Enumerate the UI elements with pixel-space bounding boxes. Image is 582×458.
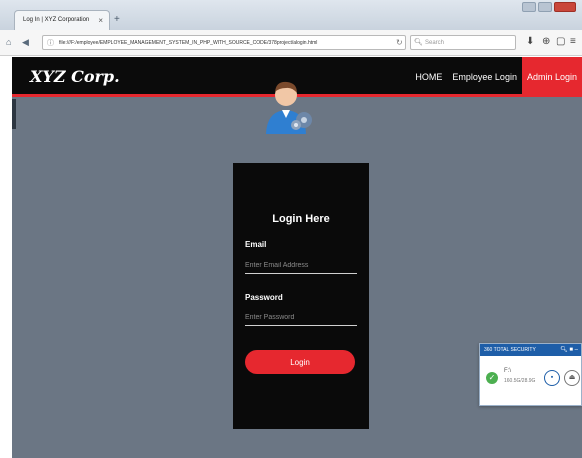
url-text: file:///F:/employee/EMPLOYEE_MANAGEMENT_…: [59, 40, 318, 46]
tab-close-icon[interactable]: ×: [98, 16, 103, 25]
menu-employee-login[interactable]: Employee Login: [447, 57, 522, 97]
search-placeholder: Search: [425, 40, 445, 46]
new-tab-button[interactable]: +: [114, 14, 120, 25]
email-field[interactable]: [245, 258, 357, 274]
back-icon[interactable]: ◀: [22, 37, 29, 48]
info-icon[interactable]: ⓘ: [47, 38, 54, 48]
password-label: Password: [245, 293, 283, 302]
tab-title: Log In | XYZ Corporation: [23, 17, 90, 23]
browser-titlebar: Log In | XYZ Corporation × +: [0, 0, 582, 30]
login-title: Login Here: [272, 213, 330, 225]
drive-size: 160.5G/28.9G: [504, 378, 536, 384]
library-icon[interactable]: ▢: [556, 36, 565, 47]
search-input[interactable]: 🔍︎ Search: [410, 35, 516, 50]
menu-admin-login[interactable]: Admin Login: [521, 57, 582, 97]
window-controls: [522, 2, 576, 12]
brand-logo[interactable]: XYZ Corp.: [30, 67, 120, 86]
minimize-button[interactable]: [522, 2, 536, 12]
close-window-button[interactable]: [554, 2, 576, 12]
security-popup-header: 360 TOTAL SECURITY 🔍︎ ■ –: [480, 344, 581, 356]
open-folder-icon[interactable]: ▪: [544, 370, 560, 386]
password-field[interactable]: [245, 310, 357, 326]
reload-icon[interactable]: ↻: [396, 38, 403, 47]
admin-avatar-icon: [266, 81, 312, 134]
security-popup-title: 360 TOTAL SECURITY: [484, 347, 536, 353]
menu-home[interactable]: HOME: [410, 57, 447, 97]
extension-icon[interactable]: ⊕: [542, 36, 550, 47]
browser-navbar: ⌂ ◀ ⓘ file:///F:/employee/EMPLOYEE_MANAG…: [0, 30, 582, 56]
drive-label: F:\: [504, 368, 511, 374]
menu-icon[interactable]: ≡: [570, 36, 576, 47]
search-icon: 🔍︎: [414, 39, 423, 46]
browser-tab[interactable]: Log In | XYZ Corporation ×: [14, 10, 110, 30]
login-button[interactable]: Login: [245, 350, 355, 374]
main-menu: HOME Employee Login Admin Login: [410, 57, 582, 97]
url-bar[interactable]: ⓘ file:///F:/employee/EMPLOYEE_MANAGEMEN…: [42, 35, 406, 50]
eject-icon[interactable]: ⏏: [564, 370, 580, 386]
page-edge-strip: [12, 99, 16, 129]
maximize-button[interactable]: [538, 2, 552, 12]
download-icon[interactable]: ⬇: [526, 36, 534, 47]
login-card: Login Here Email Password Login: [233, 163, 369, 429]
home-icon[interactable]: ⌂: [6, 37, 11, 47]
popup-controls-icon[interactable]: 🔍︎ ■ –: [560, 346, 578, 353]
security-popup: 360 TOTAL SECURITY 🔍︎ ■ – ✓ F:\ 160.5G/2…: [479, 343, 582, 406]
email-label: Email: [245, 240, 267, 249]
check-icon: ✓: [486, 372, 498, 384]
